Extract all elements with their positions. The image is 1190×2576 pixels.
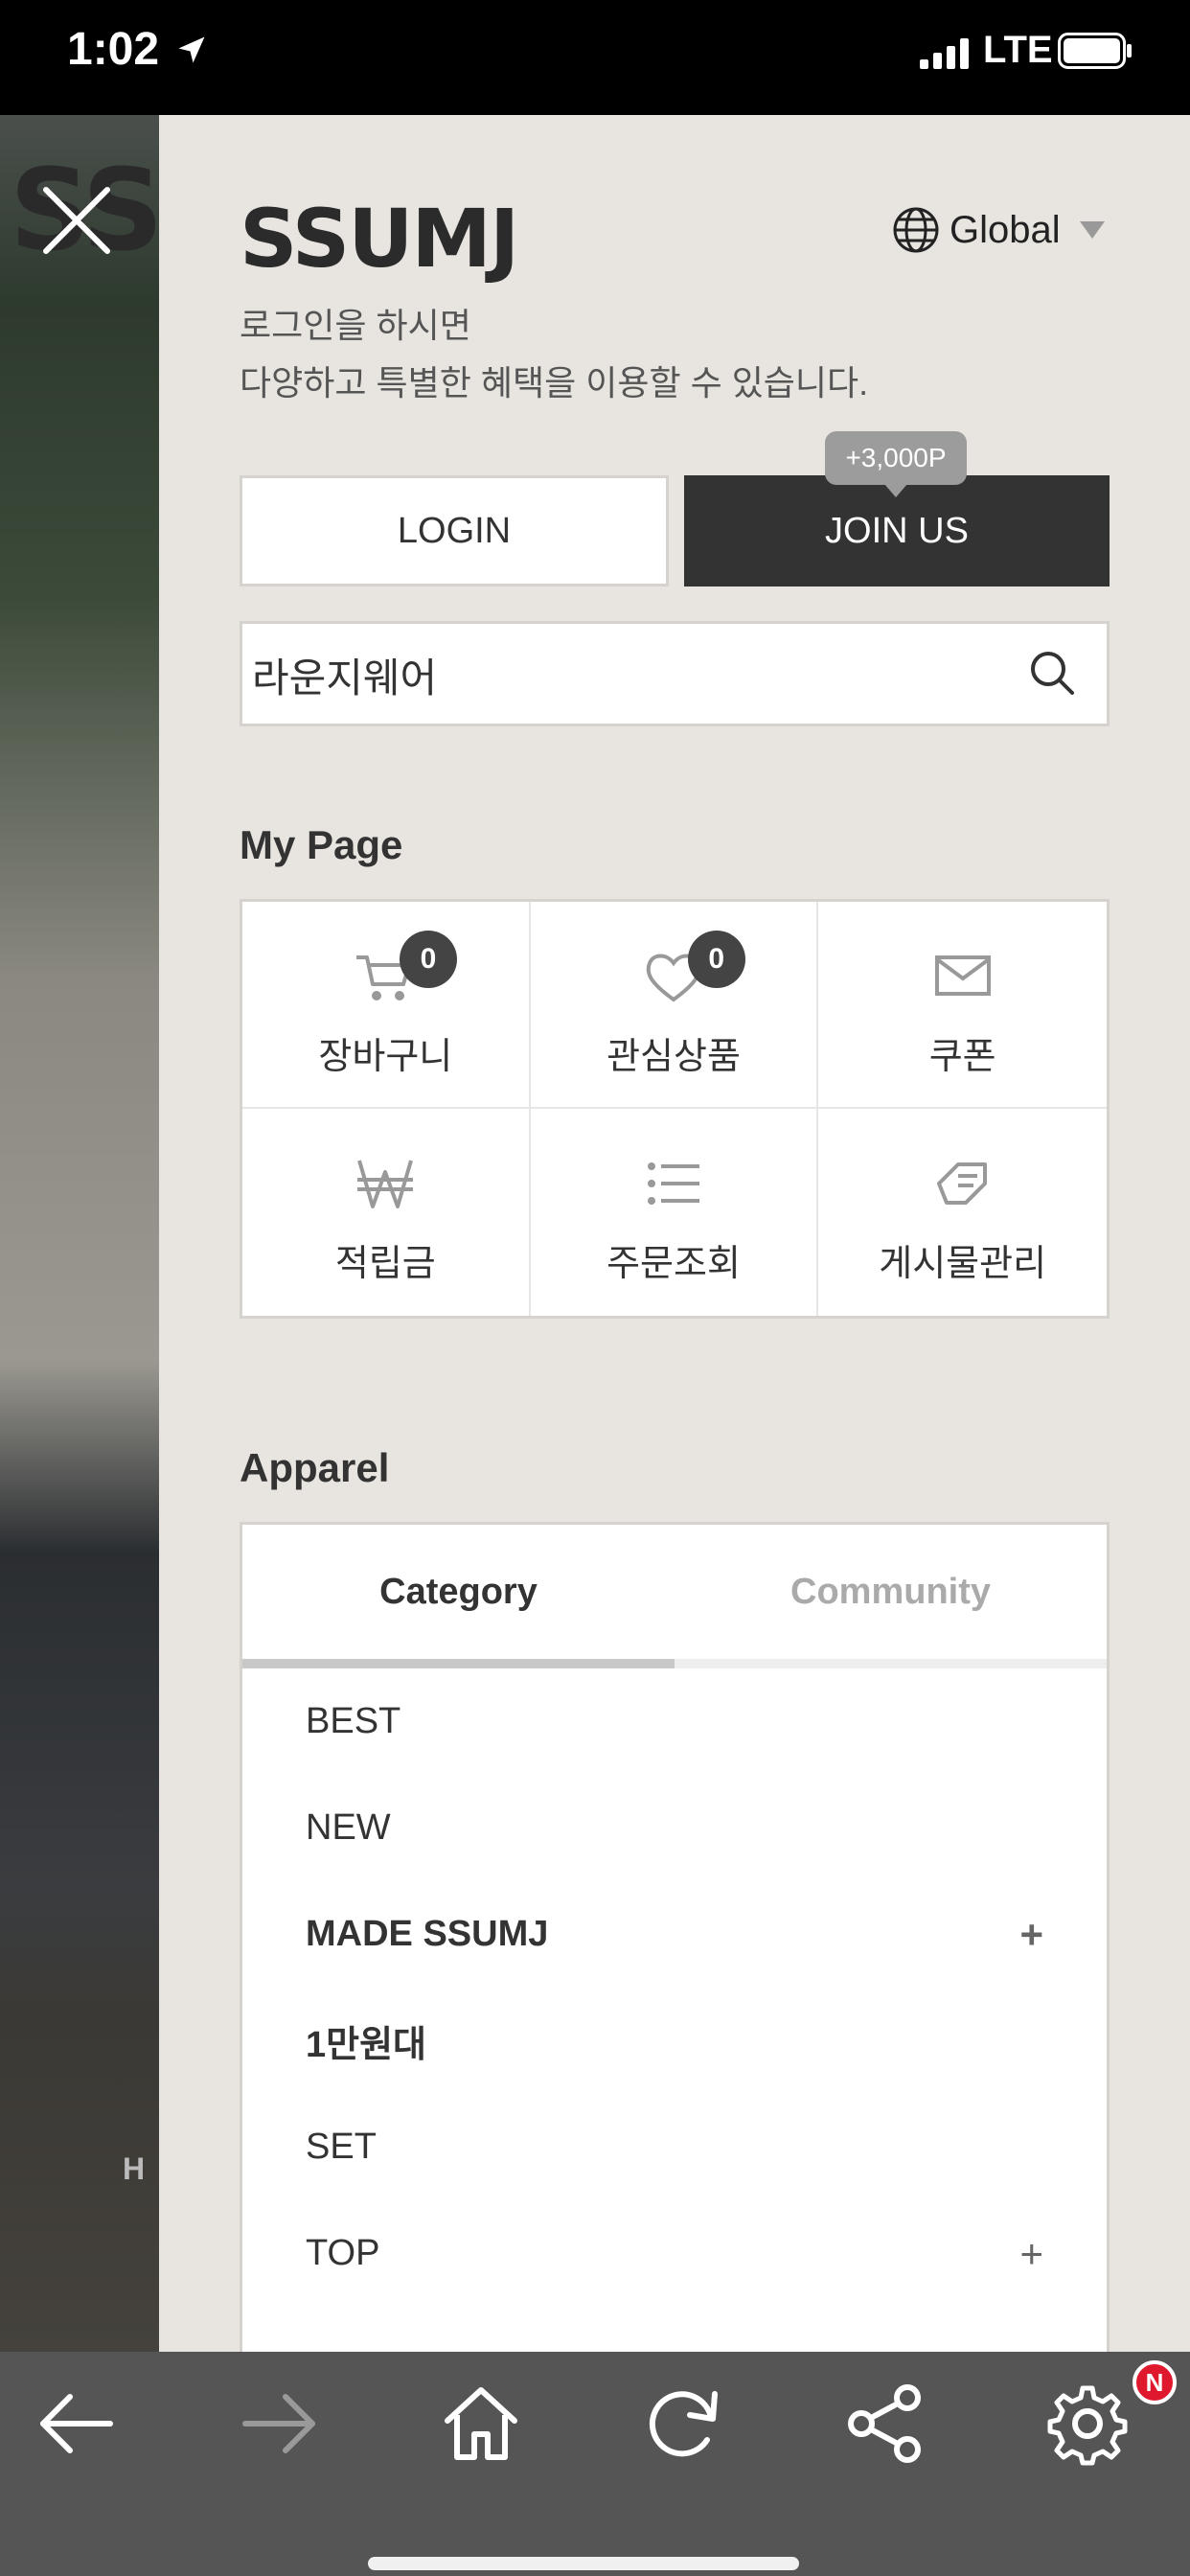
category-made-ssumj[interactable]: MADE SSUMJ +: [306, 1881, 1043, 1988]
wishlist-count-badge: 0: [687, 931, 745, 988]
intro-line-1: 로그인을 하시면: [240, 306, 471, 345]
tab-community[interactable]: Community: [675, 1525, 1107, 1659]
login-button[interactable]: LOGIN: [240, 475, 669, 586]
category-label: NEW: [306, 1807, 391, 1848]
mypage-item-label: 관심상품: [606, 1037, 741, 1077]
status-time: 1:02: [67, 24, 160, 75]
mypage-posts[interactable]: 게시물관리: [818, 1109, 1107, 1316]
settings-icon[interactable]: [1044, 2380, 1131, 2467]
home-icon[interactable]: [438, 2380, 524, 2467]
status-bar: 1:02 LTE: [0, 0, 1190, 115]
brand-logo[interactable]: SSUMJ: [240, 192, 519, 286]
side-drawer: SSUMJ Global 로그인을 하시면 다양하고 특별한 혜택을 이용할 수…: [159, 115, 1190, 2352]
category-top[interactable]: TOP +: [306, 2200, 1043, 2307]
tab-indicator-active: [242, 1659, 675, 1668]
won-icon: [357, 1160, 414, 1208]
battery-icon: [1058, 33, 1132, 69]
category-label: 1만원대: [306, 2025, 427, 2065]
signal-icon: [920, 38, 969, 69]
tab-indicator-inactive: [675, 1659, 1107, 1668]
mypage-points[interactable]: 적립금: [242, 1109, 531, 1316]
category-best[interactable]: BEST: [306, 1668, 1043, 1775]
apparel-title: Apparel: [240, 1445, 390, 1490]
category-label: TOP: [306, 2233, 380, 2273]
language-label: Global: [950, 208, 1061, 251]
category-list: BEST NEW MADE SSUMJ + 1만원대 SET TOP +: [306, 1668, 1043, 2307]
mypage-item-label: 쿠폰: [928, 1037, 996, 1077]
category-10k-won[interactable]: 1만원대: [306, 1988, 1043, 2094]
background-text: H: [123, 2151, 146, 2186]
envelope-icon: [934, 955, 991, 996]
join-bonus-tooltip: +3,000P: [825, 431, 967, 497]
login-intro: 로그인을 하시면 다양하고 특별한 혜택을 이용할 수 있습니다.: [240, 297, 868, 412]
refresh-icon[interactable]: [640, 2380, 726, 2467]
mypage-item-label: 적립금: [334, 1244, 436, 1284]
category-new[interactable]: NEW: [306, 1775, 1043, 1881]
mypage-title: My Page: [240, 822, 403, 867]
category-label: MADE SSUMJ: [306, 1914, 549, 1954]
globe-icon: [893, 207, 939, 253]
chevron-down-icon: [1079, 221, 1105, 239]
mypage-item-label: 장바구니: [318, 1037, 453, 1077]
background-page: SSU H: [0, 115, 159, 2352]
search-icon[interactable]: [1028, 649, 1078, 699]
category-set[interactable]: SET: [306, 2094, 1043, 2200]
mypage-wishlist[interactable]: 0 관심상품: [530, 902, 819, 1109]
expand-plus-icon[interactable]: +: [1019, 2231, 1043, 2277]
tab-category[interactable]: Category: [242, 1525, 675, 1659]
category-label: SET: [306, 2127, 377, 2167]
forward-icon[interactable]: [236, 2380, 322, 2467]
board-icon: [936, 1162, 987, 1205]
mypage-orders[interactable]: 주문조회: [531, 1109, 819, 1316]
search-box: [240, 621, 1110, 726]
cart-count-badge: 0: [400, 931, 457, 988]
share-icon[interactable]: [842, 2380, 928, 2467]
apparel-panel: Category Community BEST NEW MADE SSUMJ +…: [240, 1522, 1110, 2352]
close-icon[interactable]: [38, 182, 115, 259]
mypage-coupon[interactable]: 쿠폰: [818, 902, 1107, 1109]
network-label: LTE: [983, 29, 1053, 71]
mypage-grid: 0 장바구니 0 관심상품 쿠폰 적립금 주문조회 게시물관리: [240, 899, 1110, 1319]
notification-badge: N: [1133, 2360, 1177, 2404]
mypage-item-label: 주문조회: [606, 1244, 741, 1284]
home-indicator: [368, 2557, 799, 2570]
language-selector[interactable]: Global: [892, 201, 1105, 259]
browser-toolbar: [0, 2352, 1190, 2576]
list-icon: [647, 1162, 699, 1205]
back-icon[interactable]: [34, 2380, 120, 2467]
mypage-cart[interactable]: 0 장바구니: [242, 902, 531, 1109]
intro-line-2: 다양하고 특별한 혜택을 이용할 수 있습니다.: [240, 363, 869, 402]
search-input[interactable]: [250, 635, 1020, 714]
mypage-item-label: 게시물관리: [879, 1244, 1047, 1284]
expand-plus-icon[interactable]: +: [1019, 1912, 1043, 1958]
category-label: BEST: [306, 1701, 401, 1741]
location-arrow-icon: [178, 36, 205, 63]
